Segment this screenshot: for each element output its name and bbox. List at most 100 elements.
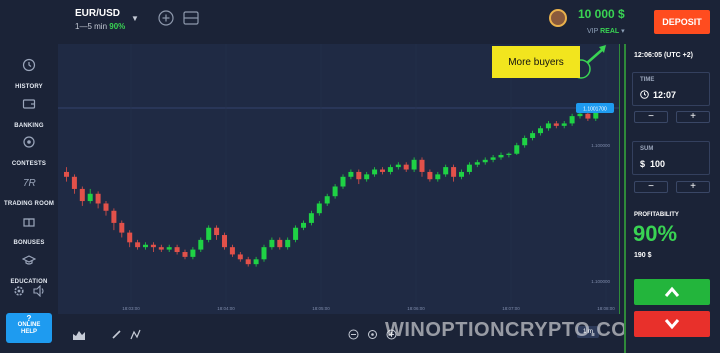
put-button[interactable]: [634, 311, 710, 337]
sound-icon[interactable]: [33, 285, 46, 297]
asset-payout: 90%: [109, 22, 126, 31]
candle: [222, 235, 227, 248]
trading-room-icon: 7R: [23, 178, 36, 189]
candle: [340, 176, 346, 187]
candle: [237, 254, 243, 260]
candle: [332, 186, 338, 197]
settings-icon[interactable]: [13, 285, 25, 297]
candle: [372, 169, 378, 175]
candle: [174, 247, 180, 253]
candle: [301, 222, 306, 228]
sidebar-item-label: HISTORY: [15, 84, 43, 90]
deposit-button[interactable]: DEPOSIT: [654, 10, 710, 34]
candle: [435, 174, 441, 180]
profitability-percent: 90%: [633, 221, 678, 246]
chevron-down-icon[interactable]: ▼: [131, 14, 139, 23]
zoom-out-icon[interactable]: [348, 329, 359, 340]
profitability-caption: PROFITABILITY: [634, 212, 679, 218]
avatar[interactable]: [549, 9, 567, 27]
graduation-cap-icon: [22, 255, 36, 265]
sum-field[interactable]: SUM $ 100: [632, 141, 710, 175]
price-level-low: 1.100000: [591, 279, 610, 284]
add-asset-icon[interactable]: [158, 10, 174, 26]
candle: [403, 164, 409, 170]
arrow-up-right-icon: [586, 48, 604, 64]
help-label-2: HELP: [20, 329, 37, 335]
price-chart[interactable]: 18:03:00 18:04:00 18:05:00 18:06:00 18:07:00…: [58, 44, 620, 314]
sidebar-item-label: BANKING: [14, 123, 44, 129]
candle: [316, 203, 322, 214]
candle: [522, 137, 528, 146]
candle: [356, 171, 362, 180]
candle: [451, 167, 457, 177]
candlestick-chart: 18:03:00 18:04:00 18:05:00 18:06:00 18:07:00…: [58, 44, 620, 314]
account-prefix: VIP: [587, 28, 599, 35]
time-axis-label: 18:05:00: [312, 306, 330, 311]
sidebar: HISTORY BANKING CONTESTS 7R TRADING ROOM…: [0, 44, 58, 353]
history-icon: [22, 58, 36, 72]
price-level-mid: 1.100000: [591, 143, 610, 148]
time-increase-button[interactable]: +: [676, 111, 710, 123]
watermark: WINOPTIONCRYPTO.COM: [385, 319, 645, 341]
chevron-up-icon: [664, 286, 680, 297]
time-value: 12:07: [653, 90, 677, 100]
online-help-button[interactable]: ? ONLINE HELP: [6, 313, 52, 343]
asset-details: 1—5 min 90%: [75, 22, 125, 31]
candle: [427, 171, 433, 180]
candle: [553, 123, 559, 126]
reset-view-icon[interactable]: [367, 329, 378, 340]
candle: [324, 196, 330, 204]
candle: [569, 116, 575, 124]
sidebar-item-history[interactable]: HISTORY: [0, 58, 58, 93]
candle: [261, 247, 267, 260]
time-axis-label: 18:06:00: [407, 306, 425, 311]
candle: [182, 252, 188, 257]
candle: [348, 171, 354, 177]
candle: [538, 128, 543, 134]
sidebar-item-education[interactable]: EDUCATION: [0, 253, 58, 288]
candle: [419, 159, 425, 172]
time-field[interactable]: TIME 12:07: [632, 72, 710, 106]
sum-increase-button[interactable]: +: [676, 181, 710, 193]
time-axis-label: 18:08:00: [597, 306, 615, 311]
profitability-amount: 190 $: [634, 252, 652, 259]
chart-type-icon[interactable]: [73, 330, 85, 340]
sidebar-item-label: CONTESTS: [11, 161, 47, 167]
sidebar-item-bonuses[interactable]: BONUSES: [0, 214, 58, 249]
time-axis-label: 18:04:00: [217, 306, 235, 311]
sum-caption: SUM: [640, 146, 654, 152]
layout-icon[interactable]: [183, 10, 199, 26]
account-balance[interactable]: 10 000 $: [578, 7, 625, 21]
sidebar-item-label: BONUSES: [13, 240, 45, 246]
candle: [285, 239, 291, 248]
candle: [395, 164, 401, 168]
chevron-down-icon: [664, 319, 680, 330]
time-decrease-button[interactable]: −: [634, 111, 668, 123]
candle: [411, 159, 417, 170]
account-type[interactable]: VIP REAL ▾: [587, 27, 625, 35]
sidebar-item-contests[interactable]: CONTESTS: [0, 135, 58, 170]
sidebar-item-trading-room[interactable]: 7R TRADING ROOM: [0, 175, 58, 210]
asset-duration: 1—5 min: [75, 22, 108, 31]
candle: [103, 203, 109, 211]
candle: [229, 247, 235, 255]
candle: [143, 244, 148, 248]
candle: [561, 123, 567, 126]
indicators-icon[interactable]: [130, 329, 141, 340]
sidebar-item-banking[interactable]: BANKING: [0, 97, 58, 132]
trophy-icon: [23, 136, 35, 148]
sum-decrease-button[interactable]: −: [634, 181, 668, 193]
clock-icon: [640, 90, 649, 99]
asset-selector[interactable]: EUR/USD 1—5 min 90%: [75, 8, 125, 31]
candle: [364, 174, 370, 180]
candle: [127, 232, 133, 243]
candle: [253, 259, 259, 265]
candle: [387, 167, 393, 172]
candle: [190, 249, 196, 257]
asset-pair: EUR/USD: [75, 8, 121, 19]
candle: [119, 222, 125, 233]
call-button[interactable]: [634, 279, 710, 305]
help-icon: ?: [26, 314, 32, 323]
wallet-icon: [22, 99, 36, 109]
draw-pencil-icon[interactable]: [111, 329, 122, 340]
